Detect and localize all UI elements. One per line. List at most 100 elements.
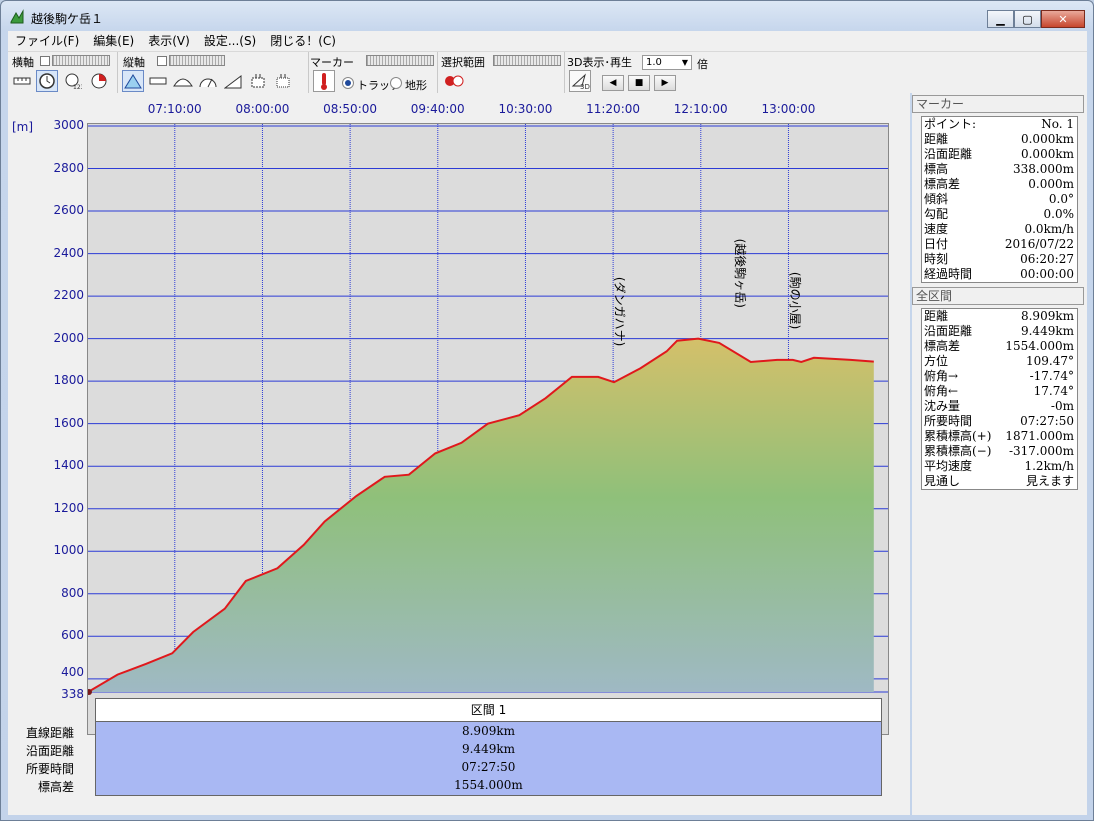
marker-value: 0.000m (1028, 177, 1074, 191)
play-forward-button[interactable]: ▶ (654, 75, 676, 91)
marker-value: 0.0km/h (1024, 222, 1074, 236)
marker-row: 沿面距離 0.000km (922, 147, 1077, 162)
total-value: 07:27:50 (1020, 414, 1074, 428)
y-tick-label: 2800 (53, 160, 84, 175)
view3d-group: 3D表示･再生 1.0 ▼ 倍 3D ◀ ■ ▶ (566, 52, 708, 94)
elevation-plot[interactable]: (ダンガハナ) (越後駒ヶ岳) (駒の小屋) (86, 123, 889, 735)
plane-3d-icon: 3D (571, 73, 590, 90)
play-back-button[interactable]: ◀ (602, 75, 624, 91)
menu-edit[interactable]: 編集(E) (86, 31, 141, 51)
view3d-button[interactable]: 3D (569, 70, 591, 92)
total-label: 見通し (924, 474, 961, 488)
marker-value: 0.000km (1020, 132, 1074, 146)
x-tick-label: 13:00:00 (761, 102, 816, 116)
y-tick-label: 3000 (53, 118, 84, 132)
marker-row: 日付 2016/07/22 (922, 237, 1077, 252)
total-row: 累積標高(+) 1871.000m (922, 429, 1077, 444)
range-select-button[interactable] (443, 70, 465, 92)
thermometer-icon (321, 73, 327, 90)
h-axis-group: 横軸 123 (8, 52, 118, 94)
y-tick-label: 2000 (53, 330, 84, 345)
marker-value: 2016/07/22 (1004, 237, 1074, 251)
marker-button[interactable] (313, 70, 335, 92)
peak-annotation: (越後駒ヶ岳) (733, 239, 747, 308)
minimize-button[interactable]: ▁ (987, 10, 1014, 28)
range-group: 選択範囲 (439, 52, 565, 94)
minimize-icon: ▁ (996, 12, 1005, 26)
total-row: 累積標高(−) -317.000m (922, 444, 1077, 459)
summary-label: 所要時間 (25, 762, 74, 776)
total-panel-title: 全区間 (912, 287, 1084, 305)
gauge-icon (199, 78, 217, 88)
plug-dots-icon (276, 74, 290, 88)
marker-value: 0.0% (1043, 207, 1075, 221)
stop-button[interactable]: ■ (628, 75, 650, 91)
total-row: 沈み量 -0m (922, 399, 1077, 414)
app-window: 越後駒ケ岳１ ▁ ▢ ✕ ファイル(F) 編集(E) 表示(V) 設定...(S… (0, 0, 1094, 821)
marker-label: 時刻 (924, 252, 949, 266)
total-value: 109.47° (1026, 354, 1074, 368)
total-row: 俯角→ -17.74° (922, 369, 1077, 384)
radio-terrain-label: 地形 (405, 79, 427, 92)
x-tick-label: 12:10:00 (673, 102, 728, 116)
slope-view-button[interactable] (197, 70, 219, 92)
peak-annotation: (駒の小屋) (788, 272, 802, 329)
arc-icon (173, 78, 193, 87)
speed-select[interactable]: 1.0 ▼ (642, 55, 692, 70)
elevation-view-button[interactable] (122, 70, 144, 92)
close-button[interactable]: ✕ (1041, 10, 1085, 28)
speed-unit: 倍 (697, 58, 708, 71)
btn-3d-text: 3D (580, 83, 590, 90)
distance-axis-button[interactable] (11, 70, 33, 92)
marker-label: 経過時間 (924, 267, 973, 281)
total-row: 沿面距離 9.449km (922, 324, 1077, 339)
speed-view-button[interactable] (247, 70, 269, 92)
v-axis-slider[interactable] (169, 55, 225, 66)
point-axis-button[interactable]: 123 (62, 70, 84, 92)
pie-axis-button[interactable] (88, 70, 110, 92)
summary-value: 1554.000m (454, 778, 523, 792)
section-summary: 区間 1 8.909km 9.449km 07:27:50 1554.000m … (26, 698, 882, 796)
menu-view[interactable]: 表示(V) (141, 31, 197, 51)
marker-label: 速度 (924, 222, 949, 236)
total-label: 沿面距離 (924, 324, 973, 338)
elevation-area (88, 338, 874, 692)
h-axis-checkbox[interactable] (40, 56, 50, 66)
range-label: 選択範囲 (441, 56, 485, 69)
menu-close[interactable]: 閉じる！(C) (263, 31, 343, 51)
menu-bar: ファイル(F) 編集(E) 表示(V) 設定...(S) 閉じる！(C) (8, 31, 1087, 51)
menu-file[interactable]: ファイル(F) (8, 31, 86, 51)
time-axis-button[interactable] (36, 70, 58, 92)
arc-view-button[interactable] (172, 70, 194, 92)
v-axis-checkbox[interactable] (157, 56, 167, 66)
grade-view-button[interactable] (222, 70, 244, 92)
bar-icon (149, 77, 167, 85)
speed-view-button-2[interactable] (272, 70, 294, 92)
total-value: -317.000m (1008, 444, 1074, 458)
marker-value: 00:00:00 (1020, 267, 1074, 281)
play-forward-icon: ▶ (661, 78, 669, 88)
graph-area: 07:10:00 08:00:00 08:50:00 09:40:00 10:30:00… (8, 93, 910, 815)
maximize-button[interactable]: ▢ (1014, 10, 1041, 28)
marker-row: 勾配 0.0% (922, 207, 1077, 222)
marker-value: 0.0° (1048, 192, 1074, 206)
total-label: 所要時間 (924, 414, 973, 428)
svg-text:123: 123 (73, 84, 82, 90)
summary-value: 8.909km (461, 724, 515, 738)
radio-track[interactable] (342, 77, 354, 89)
menu-settings[interactable]: 設定...(S) (197, 31, 263, 51)
h-axis-slider[interactable] (52, 55, 110, 66)
maximize-icon: ▢ (1022, 12, 1033, 26)
marker-panel-title: マーカー (912, 95, 1084, 113)
stop-icon: ■ (634, 78, 644, 88)
flat-view-button[interactable] (147, 70, 169, 92)
total-label: 沈み量 (924, 399, 961, 413)
title-bar[interactable]: 越後駒ケ岳１ ▁ ▢ ✕ (1, 1, 1093, 31)
range-slider[interactable] (493, 55, 561, 66)
section-header[interactable]: 区間 1 (95, 698, 882, 722)
total-table: 距離 8.909km 沿面距離 9.449km 標高差 1554.000m 方位 109.47… (921, 308, 1078, 490)
marker-slider[interactable] (366, 55, 434, 66)
marker-label: 勾配 (924, 207, 949, 221)
summary-value: 07:27:50 (461, 760, 516, 774)
radio-terrain[interactable] (390, 77, 402, 89)
